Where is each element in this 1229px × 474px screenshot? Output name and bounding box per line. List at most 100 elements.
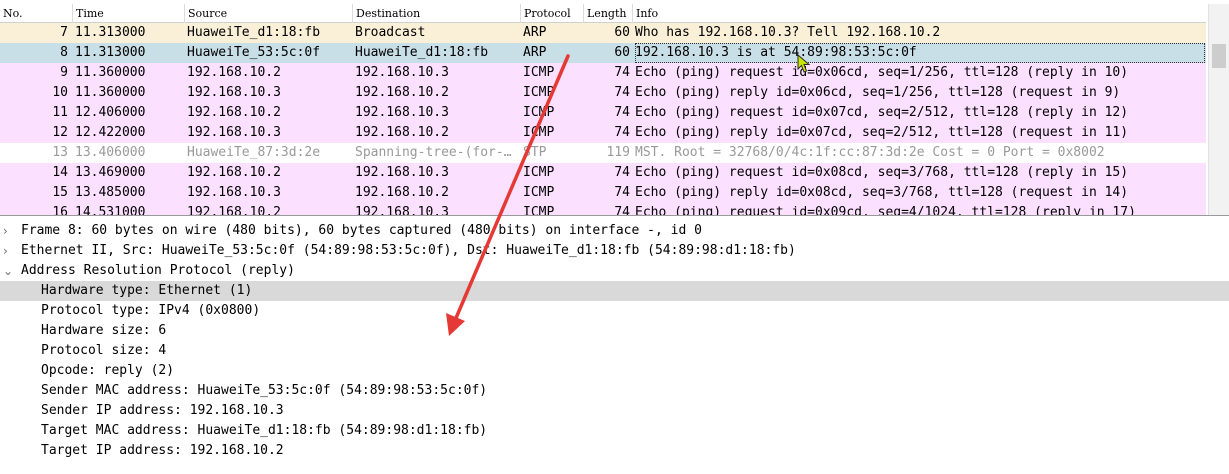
packet-info: Echo (ping) request id=0x07cd, seq=2/512… (635, 105, 1129, 120)
packet-time: 13.469000 (75, 165, 146, 180)
packet-info: Echo (ping) reply id=0x07cd, seq=2/512, … (635, 125, 1129, 140)
packet-destination: 192.168.10.2 (355, 185, 449, 200)
tree-item-arp[interactable]: ⌄ Address Resolution Protocol (reply) (0, 261, 1229, 281)
packet-source: 192.168.10.2 (187, 65, 281, 80)
tree-item-label: Address Resolution Protocol (reply) (21, 263, 295, 278)
chevron-right-icon[interactable]: › (3, 241, 17, 261)
packet-source: HuaweiTe_53:5c:0f (187, 45, 321, 60)
packet-row-selected[interactable]: 8 11.313000 HuaweiTe_53:5c:0f HuaweiTe_d… (0, 43, 1206, 63)
packet-row[interactable]: 12 12.422000 192.168.10.3 192.168.10.2 I… (0, 123, 1206, 143)
packet-list-scrollbar[interactable] (1208, 4, 1229, 215)
packet-destination: 192.168.10.3 (355, 205, 449, 216)
packet-time: 11.313000 (75, 45, 146, 60)
packet-length: 60 (614, 25, 630, 40)
field-hardware-type[interactable]: Hardware type: Ethernet (1) (0, 281, 1229, 301)
packet-info: 192.168.10.3 is at 54:89:98:53:5c:0f (635, 43, 1205, 63)
packet-source: HuaweiTe_87:3d:2e (187, 145, 321, 160)
field-label: Opcode: reply (2) (41, 363, 175, 378)
packet-source: 192.168.10.2 (187, 205, 281, 216)
packet-info: Echo (ping) request id=0x08cd, seq=3/768… (635, 165, 1129, 180)
packet-protocol: ICMP (523, 105, 555, 120)
column-header-protocol[interactable]: Protocol (520, 4, 583, 23)
field-opcode[interactable]: Opcode: reply (2) (0, 361, 1229, 381)
packet-info: MST. Root = 32768/0/4c:1f:cc:87:3d:2e Co… (635, 145, 1105, 160)
field-label: Sender IP address: 192.168.10.3 (41, 403, 284, 418)
packet-info: Echo (ping) request id=0x06cd, seq=1/256… (635, 65, 1129, 80)
packet-info: Echo (ping) reply id=0x06cd, seq=1/256, … (635, 85, 1121, 100)
column-header-no[interactable]: No. (0, 4, 72, 23)
packet-list-header: No. Time Source Destination Protocol Len… (0, 4, 1206, 23)
packet-row[interactable]: 16 14.531000 192.168.10.2 192.168.10.3 I… (0, 203, 1206, 216)
field-target-ip[interactable]: Target IP address: 192.168.10.2 (0, 441, 1229, 461)
column-header-destination[interactable]: Destination (352, 4, 520, 23)
packet-destination: 192.168.10.2 (355, 85, 449, 100)
packet-length: 74 (614, 185, 630, 200)
packet-no: 12 (52, 125, 68, 140)
field-label: Protocol type: IPv4 (0x0800) (41, 303, 261, 318)
packet-length: 74 (614, 85, 630, 100)
packet-source: 192.168.10.2 (187, 165, 281, 180)
packet-info: Echo (ping) request id=0x09cd, seq=4/102… (635, 205, 1136, 216)
field-label: Hardware size: 6 (41, 323, 167, 338)
column-header-source[interactable]: Source (184, 4, 352, 23)
packet-length: 74 (614, 205, 630, 216)
field-sender-mac[interactable]: Sender MAC address: HuaweiTe_53:5c:0f (5… (0, 381, 1229, 401)
packet-list-pane[interactable]: No. Time Source Destination Protocol Len… (0, 0, 1229, 216)
field-sender-ip[interactable]: Sender IP address: 192.168.10.3 (0, 401, 1229, 421)
packet-length: 74 (614, 65, 630, 80)
tree-item-label: Ethernet II, Src: HuaweiTe_53:5c:0f (54:… (21, 243, 796, 258)
packet-details-pane[interactable]: › Frame 8: 60 bytes on wire (480 bits), … (0, 221, 1229, 474)
packet-info: Echo (ping) reply id=0x08cd, seq=3/768, … (635, 185, 1129, 200)
packet-length: 60 (614, 45, 630, 60)
packet-no: 8 (60, 45, 68, 60)
packet-time: 14.531000 (75, 205, 146, 216)
packet-length: 74 (614, 105, 630, 120)
packet-info: Who has 192.168.10.3? Tell 192.168.10.2 (635, 25, 941, 40)
column-header-length[interactable]: Length (583, 4, 632, 23)
packet-source: 192.168.10.3 (187, 125, 281, 140)
chevron-right-icon[interactable]: › (3, 221, 17, 241)
packet-row[interactable]: 15 13.485000 192.168.10.3 192.168.10.2 I… (0, 183, 1206, 203)
packet-time: 11.313000 (75, 25, 146, 40)
packet-destination: 192.168.10.3 (355, 105, 449, 120)
packet-no: 16 (52, 205, 68, 216)
chevron-down-icon[interactable]: ⌄ (3, 261, 17, 281)
field-protocol-size[interactable]: Protocol size: 4 (0, 341, 1229, 361)
column-header-time[interactable]: Time (72, 4, 184, 23)
packet-row[interactable]: 11 12.406000 192.168.10.2 192.168.10.3 I… (0, 103, 1206, 123)
packet-source: 192.168.10.2 (187, 105, 281, 120)
packet-row[interactable]: 14 13.469000 192.168.10.2 192.168.10.3 I… (0, 163, 1206, 183)
packet-row[interactable]: 13 13.406000 HuaweiTe_87:3d:2e Spanning-… (0, 143, 1206, 163)
packet-row[interactable]: 7 11.313000 HuaweiTe_d1:18:fb Broadcast … (0, 23, 1206, 43)
tree-item-frame[interactable]: › Frame 8: 60 bytes on wire (480 bits), … (0, 221, 1229, 241)
packet-row[interactable]: 10 11.360000 192.168.10.3 192.168.10.2 I… (0, 83, 1206, 103)
packet-row[interactable]: 9 11.360000 192.168.10.2 192.168.10.3 IC… (0, 63, 1206, 83)
field-hardware-size[interactable]: Hardware size: 6 (0, 321, 1229, 341)
tree-item-label: Frame 8: 60 bytes on wire (480 bits), 60… (21, 223, 702, 238)
field-protocol-type[interactable]: Protocol type: IPv4 (0x0800) (0, 301, 1229, 321)
packet-no: 14 (52, 165, 68, 180)
packet-time: 11.360000 (75, 65, 146, 80)
packet-time: 13.406000 (75, 145, 146, 160)
packet-no: 11 (52, 105, 68, 120)
field-target-mac[interactable]: Target MAC address: HuaweiTe_d1:18:fb (5… (0, 421, 1229, 441)
packet-length: 119 (606, 145, 630, 160)
field-label: Target IP address: 192.168.10.2 (41, 443, 284, 458)
tree-item-ethernet[interactable]: › Ethernet II, Src: HuaweiTe_53:5c:0f (5… (0, 241, 1229, 261)
column-header-info[interactable]: Info (632, 4, 1206, 23)
packet-destination: 192.168.10.3 (355, 165, 449, 180)
packet-time: 12.422000 (75, 125, 146, 140)
packet-no: 15 (52, 185, 68, 200)
packet-source: 192.168.10.3 (187, 85, 281, 100)
packet-protocol: ARP (523, 25, 547, 40)
packet-protocol: ICMP (523, 125, 555, 140)
packet-rows: 7 11.313000 HuaweiTe_d1:18:fb Broadcast … (0, 23, 1206, 216)
packet-source: HuaweiTe_d1:18:fb (187, 25, 321, 40)
packet-time: 12.406000 (75, 105, 146, 120)
field-label: Hardware type: Ethernet (1) (41, 283, 253, 298)
packet-no: 9 (60, 65, 68, 80)
packet-no: 13 (52, 145, 68, 160)
packet-no: 7 (60, 25, 68, 40)
packet-no: 10 (52, 85, 68, 100)
scrollbar-thumb[interactable] (1212, 44, 1226, 68)
